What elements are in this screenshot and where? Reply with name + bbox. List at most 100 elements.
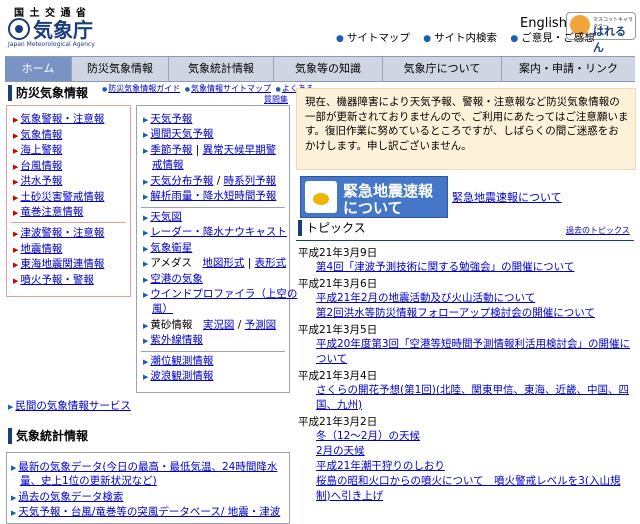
link-bunpu[interactable]: 天気分布予報 (150, 175, 213, 187)
link-kaijou[interactable]: 海上警報 (20, 144, 62, 156)
list-item: ▶ 黄砂情報 実況図 / 予測図 (143, 318, 277, 331)
link-tenkizu[interactable]: 天気図 (150, 211, 182, 223)
agency-name[interactable]: 気象庁 (33, 14, 93, 43)
topic-date: 平成21年3月5日 (298, 324, 378, 336)
bosai-guide-link[interactable]: 防災気象情報ガイド (108, 84, 180, 93)
link-tsunami[interactable]: 津波警報・注意報 (20, 227, 104, 239)
list-item: ▶ 気象衛星 (143, 241, 193, 254)
list-item: ▶ 噴火予報・警報 (13, 273, 94, 286)
past-topics-link[interactable]: 過去のトピックス (566, 225, 630, 236)
topic-date: 平成21年3月4日 (298, 370, 378, 382)
link-kuukou[interactable]: 空港の気象 (150, 273, 203, 285)
list-item: ▶ 東海地震関連情報 (13, 258, 105, 270)
link-toppuu-db[interactable]: /竜巻等の突風データベース (92, 506, 221, 518)
link-latest-data-2[interactable]: 量、史上1位の更新状況など) (20, 475, 157, 487)
list-item: ▶ レーダー・降水ナウキャスト (143, 226, 287, 239)
jma-logo-icon[interactable] (8, 18, 30, 40)
link-kishou-jouhou[interactable]: 気象情報 (20, 129, 62, 141)
link-past-data[interactable]: 過去の気象データ検索 (18, 491, 123, 503)
link-kosa-jikkyou[interactable]: 実況図 (203, 319, 235, 331)
link-harou[interactable]: 波浪観測情報 (150, 370, 213, 382)
list-item: ▶ 洪水予報 (13, 175, 63, 187)
list-item: ▶ 天気分布予報 / 時系列予報 (143, 174, 277, 187)
link-toukai[interactable]: 東海地震関連情報 (20, 258, 104, 270)
bullet-icon: ● (336, 34, 344, 44)
sitemap-link[interactable]: サイトマップ (347, 32, 410, 44)
link-latest-data[interactable]: 最新の気象データ(今日の最高・最低気温、24時間降水 (18, 461, 277, 473)
topic-link[interactable]: 第4回「津波予測技術に関する勉強会」の開催について (316, 260, 574, 275)
link-amedas-table[interactable]: 表形式 (255, 257, 287, 269)
link-kaiseki-uryou[interactable]: 解析雨量・降水短時間予報 (150, 190, 276, 202)
eew-link[interactable]: 緊急地震速報について (452, 189, 562, 205)
divider (141, 351, 285, 352)
link-amedas-map[interactable]: 地図形式 (202, 257, 244, 269)
stats-box: ▶ 最新の気象データ(今日の最高・最低気温、24時間降水 量、史上1位の更新状況な… (6, 452, 290, 524)
bosai-sublinks: ●防災気象情報ガイド ●気象情報サイトマップ ●よくある 質問集 (100, 83, 314, 105)
link-ijou-tenkou-2[interactable]: 戒情報 (152, 159, 184, 171)
faq-link-2[interactable]: 質問集 (264, 95, 288, 104)
eew-banner[interactable]: 緊急地震速報 について (300, 176, 448, 218)
link-chouI[interactable]: 潮位観測情報 (150, 355, 213, 367)
feedback-link[interactable]: ご意見・ご感想 (521, 32, 595, 44)
list-item: ▶ 津波警報・注意報 (13, 227, 105, 239)
link-minkan[interactable]: 民間の気象情報サービス (15, 400, 131, 412)
nav-about[interactable]: 気象庁について (383, 57, 502, 81)
bosai-sitemap-link[interactable]: 気象情報サイトマップ (191, 84, 271, 93)
link-wind-profiler[interactable]: ウインドプロファイラ（上空の (150, 288, 297, 300)
link-wind-profiler-2[interactable]: 風） (152, 303, 173, 315)
link-tenki-yohou[interactable]: 天気予報 (150, 113, 192, 125)
list-item: ▶ アメダス 地図形式 | 表形式 (143, 257, 287, 270)
agency-name-en: Japan Meteorological Agency (8, 41, 95, 48)
link-keihou[interactable]: 気象警報・注意報 (20, 113, 104, 125)
stats-heading: 気象統計情報 (8, 428, 88, 444)
link-radar[interactable]: レーダー・降水ナウキャスト (150, 226, 287, 238)
link-ijou-tenkou[interactable]: 異常天候早期警 (203, 144, 277, 156)
link-kisetsu[interactable]: 季節予報 (150, 144, 192, 156)
bullet-icon: ● (102, 86, 108, 93)
link-dosha[interactable]: 土砂災害警戒情報 (20, 191, 104, 203)
nav-knowledge[interactable]: 気象等の知識 (274, 57, 383, 81)
topic-link[interactable]: 平成21年潮干狩りのしおり (316, 459, 445, 474)
outage-notice: 現在、機器障害により天気予報、警報・注意報など防災気象情報の一部が更新されており… (296, 88, 636, 170)
link-kouzui[interactable]: 洪水予報 (20, 175, 62, 187)
link-tenki-taifuu[interactable]: 天気予報・台風 (18, 506, 92, 518)
list-item: ▶ 気象情報 (13, 128, 63, 141)
bullet-icon: ● (184, 86, 191, 93)
link-jikeiretsu[interactable]: 時系列予報 (224, 175, 277, 187)
bosai-heading: 防災気象情報 (8, 85, 88, 101)
list-item: 戒情報 (143, 158, 276, 173)
link-tatsumaki[interactable]: 竜巻注意情報 (20, 206, 83, 218)
topic-link[interactable]: 2月の天候 (316, 444, 365, 459)
link-kosa-yosoku[interactable]: 予測図 (245, 319, 277, 331)
link-shuukan[interactable]: 週間天気予報 (150, 128, 213, 140)
topic-link[interactable]: 桜島の昭和火口からの噴火について 噴火警戒レベルを3(入山規制)へ引き上げ (316, 474, 632, 503)
divider (11, 222, 126, 223)
topic-date: 平成21年3月6日 (298, 278, 378, 290)
nav-stats[interactable]: 気象統計情報 (169, 57, 274, 81)
english-link[interactable]: English (520, 16, 567, 31)
list-item: ▶ 天気図 (143, 211, 182, 223)
nav-home[interactable]: ホーム (5, 57, 72, 81)
separator: | (192, 143, 203, 156)
topic-date: 平成21年3月2日 (298, 416, 378, 428)
link-funka[interactable]: 噴火予報・警報 (20, 274, 94, 286)
divider (141, 207, 285, 208)
nav-info[interactable]: 案内・申請・リンク (502, 57, 635, 81)
link-jishin-tsunami[interactable]: / 地震・津波 (221, 506, 280, 518)
link-shigaisen[interactable]: 紫外線情報 (150, 334, 203, 346)
link-eisei[interactable]: 気象衛星 (150, 242, 192, 254)
topic-link[interactable]: 平成20年度第3回「空港等短時間予測情報利活用検討会」の開催について (316, 337, 632, 366)
link-taifuu[interactable]: 台風情報 (20, 160, 62, 172)
list-item: ▶ 土砂災害警戒情報 (13, 190, 105, 203)
list-item: ▶ 潮位観測情報 (143, 355, 214, 367)
topic-link[interactable]: 第2回洪水等防災情報フォローアップ検討会の開催について (316, 306, 595, 321)
list-item: ▶ 気象警報・注意報 (13, 113, 105, 125)
site-search-link[interactable]: サイト内検索 (434, 32, 497, 44)
list-item: ▶ 竜巻注意情報 (13, 206, 84, 218)
topic-link[interactable]: 平成21年2月の地震活動及び火山活動について (316, 291, 535, 306)
topic-link[interactable]: さくらの開花予想(第1回)(北陸、関東甲信、東海、近畿、中国、四国、九州) (316, 383, 632, 412)
list-item: ▶ 空港の気象 (143, 272, 203, 285)
nav-bosai[interactable]: 防災気象情報 (72, 57, 169, 81)
link-jishin[interactable]: 地震情報 (20, 243, 62, 255)
topic-link[interactable]: 冬（12～2月）の天候 (316, 429, 420, 444)
